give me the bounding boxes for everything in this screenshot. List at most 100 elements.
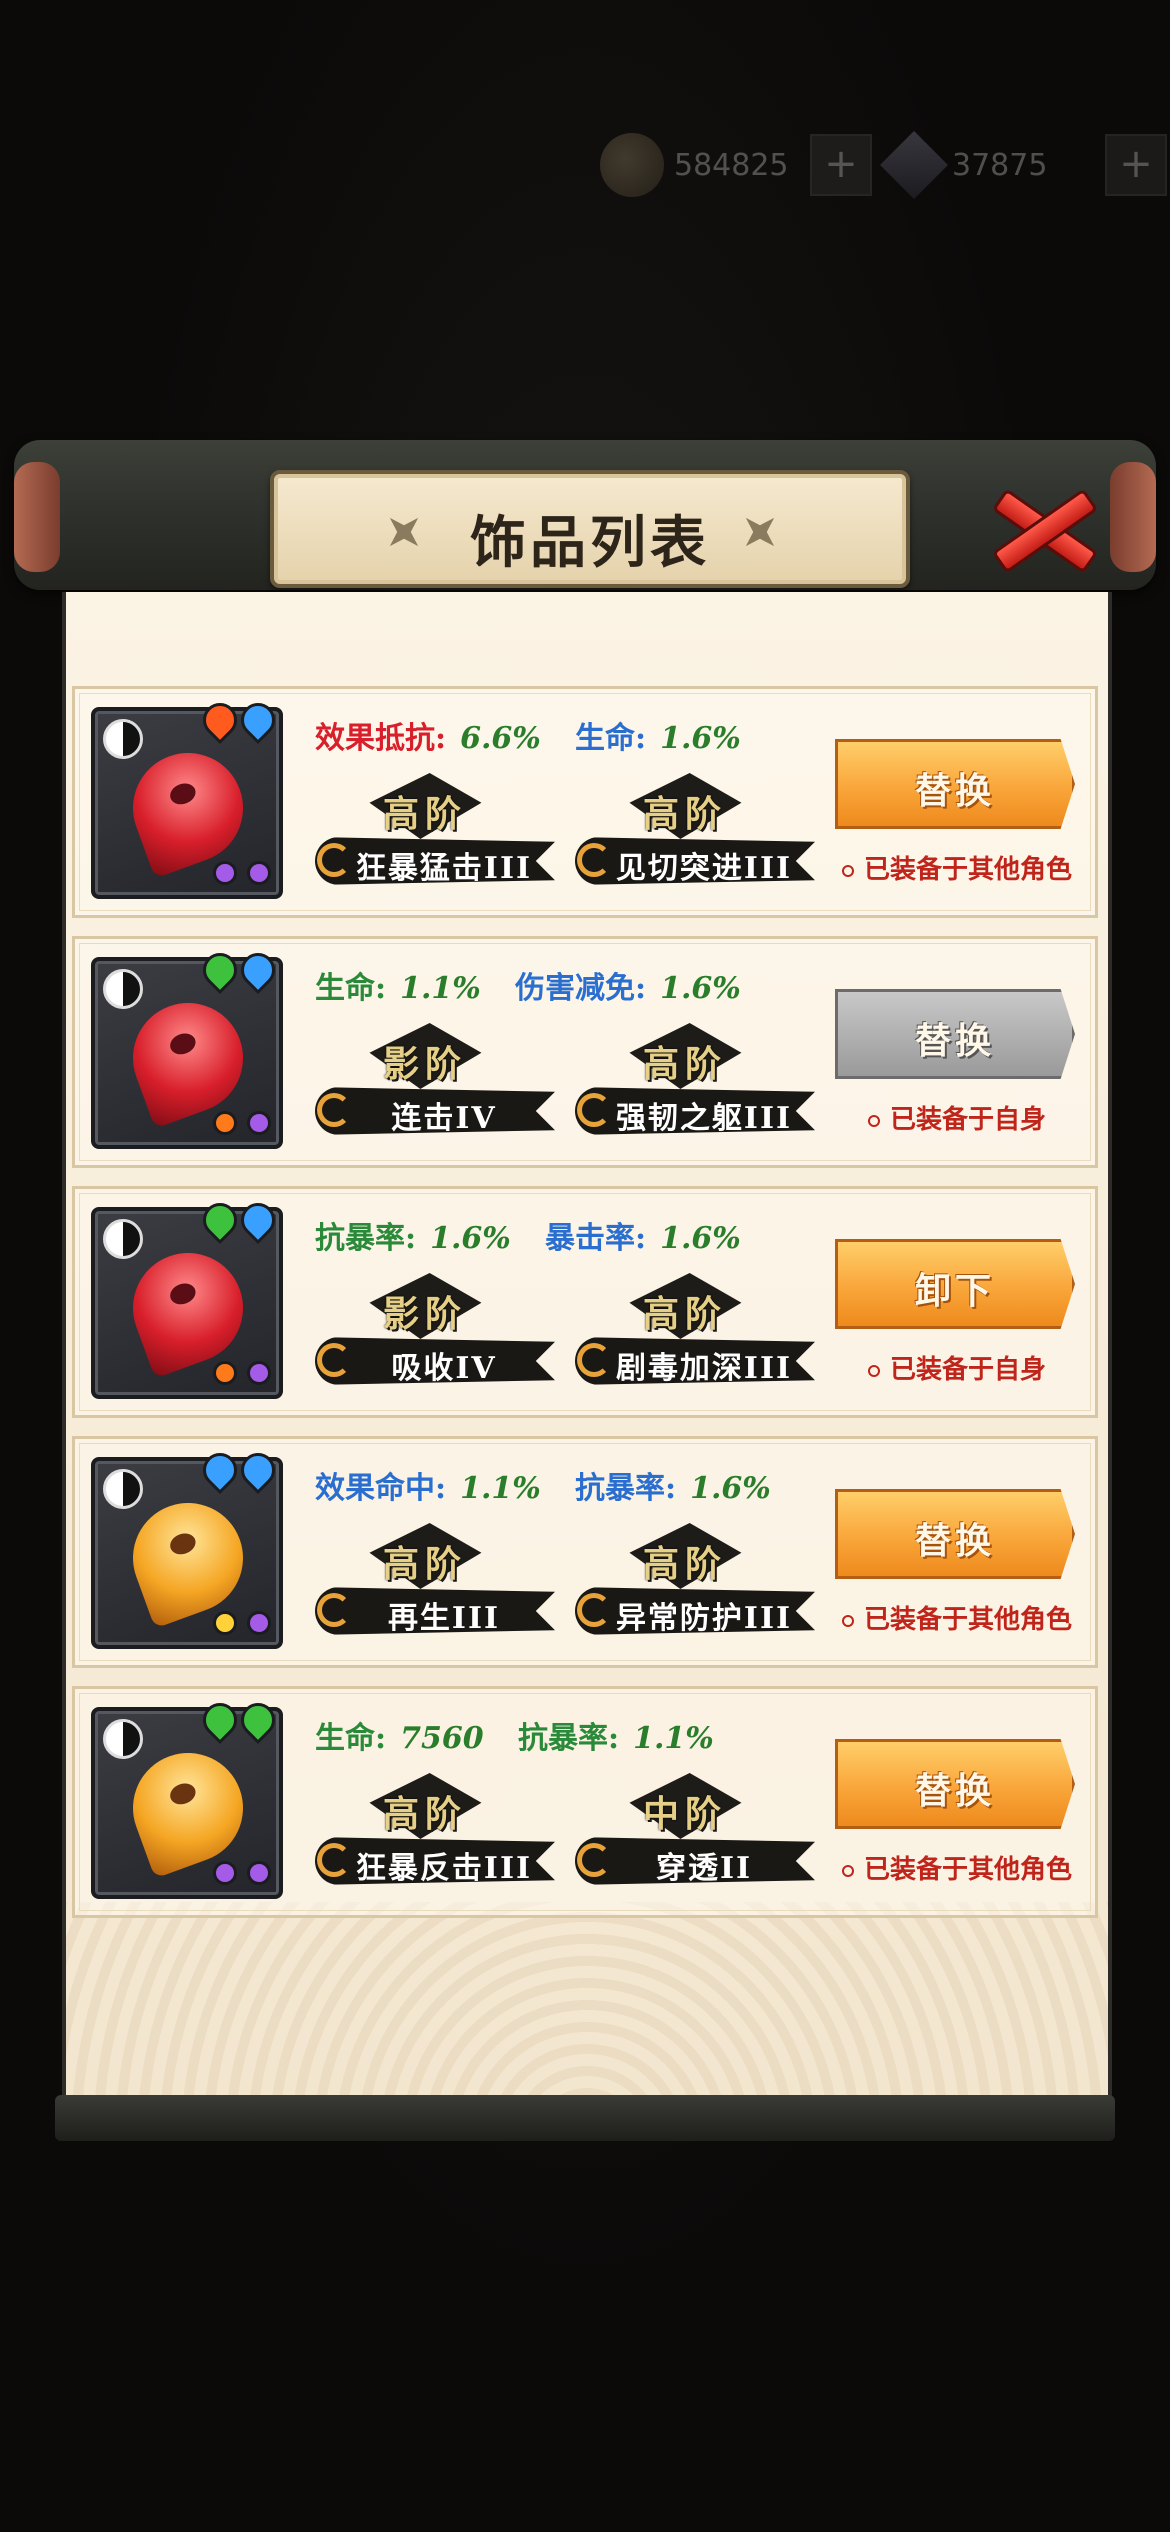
equip-status: 已装备于自身 [827, 1099, 1087, 1136]
stat-1: 抗暴率: 1.6% [315, 1213, 511, 1257]
add-coins-button[interactable]: + [810, 134, 872, 196]
skill-2[interactable]: 高阶 强韧之躯III [575, 1023, 815, 1143]
skill-2[interactable]: 中阶 穿透II [575, 1773, 815, 1893]
accessory-icon[interactable] [91, 695, 283, 899]
accessory-icon[interactable] [91, 1695, 283, 1899]
orb-eye [167, 1530, 199, 1558]
skill-rank: 中阶 [642, 1793, 727, 1835]
skill-2[interactable]: 高阶 异常防护III [575, 1523, 815, 1643]
spirit-orb-icon [117, 1237, 259, 1379]
stat-value: 1.6% [430, 1221, 511, 1256]
skill-1[interactable]: 高阶 狂暴反击III [315, 1773, 555, 1893]
swirl-icon [577, 1093, 611, 1127]
accessory-row: 生命: 7560 抗暴率: 1.1% 高阶 狂暴反击III 中阶 穿透II 替换 已… [72, 1686, 1098, 1918]
spirit-orb-icon [117, 987, 259, 1129]
equip-status: 已装备于其他角色 [827, 1849, 1087, 1886]
stat-label: 生命: [575, 721, 647, 756]
replace-button[interactable]: 替换 [835, 1489, 1075, 1579]
skill-1[interactable]: 影阶 连击IV [315, 1023, 555, 1143]
stat-label: 生命: [315, 1721, 387, 1756]
stat-value: 1.6% [660, 721, 741, 756]
stat-1: 生命: 1.1% [315, 963, 481, 1007]
accessory-row: 抗暴率: 1.6% 暴击率: 1.6% 影阶 吸收IV 高阶 剧毒加深III 卸下 … [72, 1186, 1098, 1418]
skill-rank: 高阶 [642, 793, 727, 835]
status-dot-icon [841, 865, 854, 877]
gem-slot-icon [247, 861, 271, 885]
skill-name: 强韧之躯III [615, 1101, 793, 1136]
scroll-rod-end-left [14, 462, 60, 572]
gem-slot-icon [247, 1861, 271, 1885]
coin-count: 584825 [674, 148, 789, 183]
skill-name: 剧毒加深III [615, 1351, 793, 1386]
equip-status: 已装备于自身 [827, 1349, 1087, 1386]
skill-rank: 高阶 [382, 1793, 467, 1835]
equip-status: 已装备于其他角色 [827, 849, 1087, 886]
skill-rank: 影阶 [382, 1043, 467, 1085]
status-dot-icon [867, 1115, 880, 1127]
skill-rank: 影阶 [382, 1293, 467, 1335]
skill-name: 见切突进III [615, 851, 793, 886]
button-label: 替换 [914, 1520, 995, 1562]
currency-bar: 584825 + 37875 + [600, 130, 1170, 200]
accessory-icon[interactable] [91, 1445, 283, 1649]
add-gems-button[interactable]: + [1105, 134, 1167, 196]
skill-rank: 高阶 [642, 1043, 727, 1085]
stat-value: 1.6% [660, 971, 741, 1006]
skill-1[interactable]: 影阶 吸收IV [315, 1273, 555, 1393]
panel-title: 饰品列表 [470, 510, 710, 576]
skill-2[interactable]: 高阶 剧毒加深III [575, 1273, 815, 1393]
equip-status-text: 已装备于其他角色 [863, 855, 1072, 885]
equip-status-text: 已装备于其他角色 [863, 1605, 1072, 1635]
accessory-row: 效果抵抗: 6.6% 生命: 1.6% 高阶 狂暴猛击III 高阶 见切突进III … [72, 686, 1098, 918]
accessory-icon[interactable] [91, 945, 283, 1149]
button-label: 卸下 [914, 1270, 995, 1312]
accessory-row: 效果命中: 1.1% 抗暴率: 1.6% 高阶 再生III 高阶 异常防护III 替… [72, 1436, 1098, 1668]
gem-slot-icon [213, 861, 237, 885]
status-dot-icon [867, 1365, 880, 1377]
replace-button[interactable]: 替换 [835, 989, 1075, 1079]
gem-slot-icon [213, 1611, 237, 1635]
swirl-icon [317, 843, 351, 877]
skill-1[interactable]: 高阶 狂暴猛击III [315, 773, 555, 893]
equip-status-text: 已装备于自身 [889, 1105, 1046, 1135]
button-label: 替换 [914, 770, 995, 812]
skill-2[interactable]: 高阶 见切突进III [575, 773, 815, 893]
stat-2: 抗暴率: 1.1% [518, 1713, 714, 1757]
swirl-icon [577, 1593, 611, 1627]
skill-rank: 高阶 [642, 1293, 727, 1335]
unequip-button[interactable]: 卸下 [835, 1239, 1075, 1329]
stat-label: 效果抵抗: [315, 721, 447, 756]
replace-button[interactable]: 替换 [835, 739, 1075, 829]
stat-label: 抗暴率: [575, 1471, 677, 1506]
wave-pattern [66, 1902, 1108, 2102]
replace-button[interactable]: 替换 [835, 1739, 1075, 1829]
stat-value: 7560 [400, 1721, 484, 1756]
button-label: 替换 [914, 1770, 995, 1812]
stat-1: 效果命中: 1.1% [315, 1463, 541, 1507]
skill-name: 异常防护III [615, 1601, 793, 1636]
skill-name: 再生III [387, 1601, 501, 1636]
stat-value: 6.6% [460, 721, 541, 756]
stat-1: 效果抵抗: 6.6% [315, 713, 541, 757]
spirit-orb-icon [117, 737, 259, 879]
skill-1[interactable]: 高阶 再生III [315, 1523, 555, 1643]
swirl-icon [577, 843, 611, 877]
yin-yang-icon [103, 1219, 143, 1259]
title-plate: 饰品列表 [270, 470, 910, 588]
equip-status-text: 已装备于其他角色 [863, 1855, 1072, 1885]
skill-rank: 高阶 [382, 793, 467, 835]
orb-eye [167, 780, 199, 808]
orb-eye [167, 1780, 199, 1808]
accessory-icon[interactable] [91, 1195, 283, 1399]
scroll-bottom-rod [55, 2095, 1115, 2141]
swirl-icon [317, 1843, 351, 1877]
button-label: 替换 [914, 1020, 995, 1062]
stat-2: 抗暴率: 1.6% [575, 1463, 771, 1507]
equip-status-text: 已装备于自身 [889, 1355, 1046, 1385]
yin-yang-icon [103, 719, 143, 759]
close-button[interactable] [985, 470, 1105, 590]
equip-status: 已装备于其他角色 [827, 1599, 1087, 1636]
gem-icon [880, 131, 948, 199]
scroll-rod-end-right [1110, 462, 1156, 572]
stat-value: 1.1% [400, 971, 481, 1006]
